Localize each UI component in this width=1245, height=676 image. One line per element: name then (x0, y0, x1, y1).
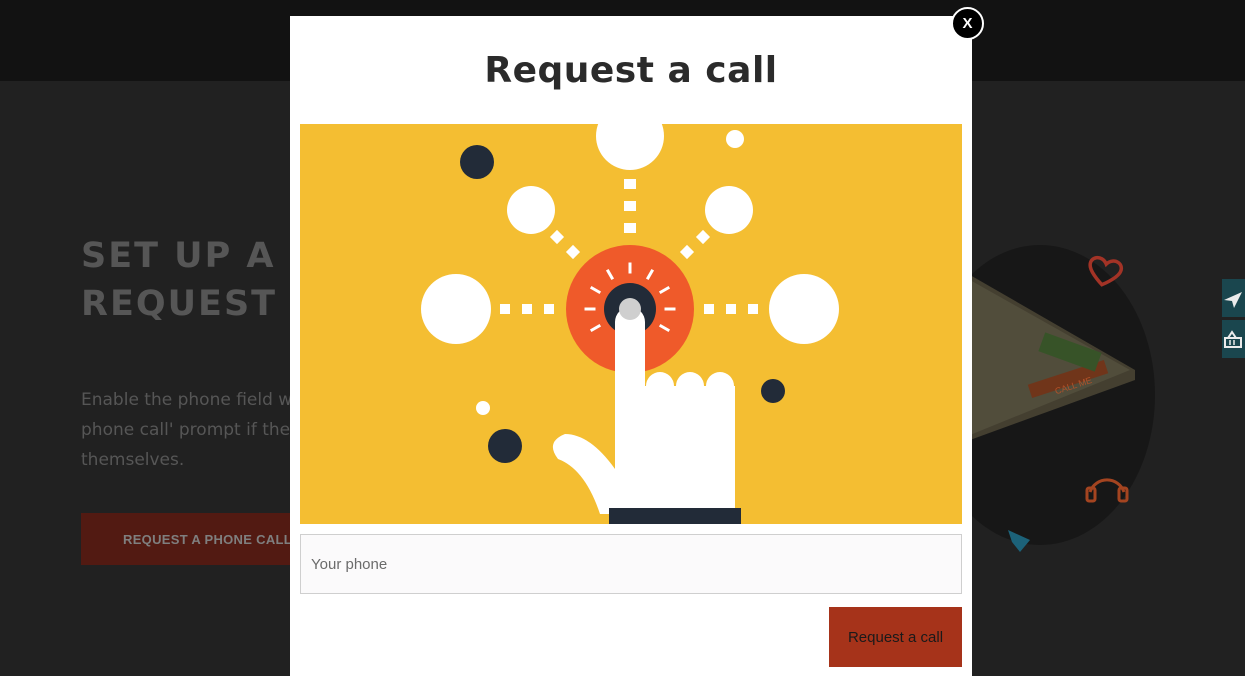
request-call-submit-button[interactable]: Request a call (829, 607, 962, 667)
phone-input[interactable] (300, 534, 962, 594)
hero-illustration (300, 124, 962, 524)
close-icon: X (962, 15, 973, 32)
modal-title: Request a call (484, 50, 778, 91)
request-call-modal: Request a call Your phone Request a call (290, 16, 972, 676)
close-button[interactable]: X (951, 7, 984, 40)
